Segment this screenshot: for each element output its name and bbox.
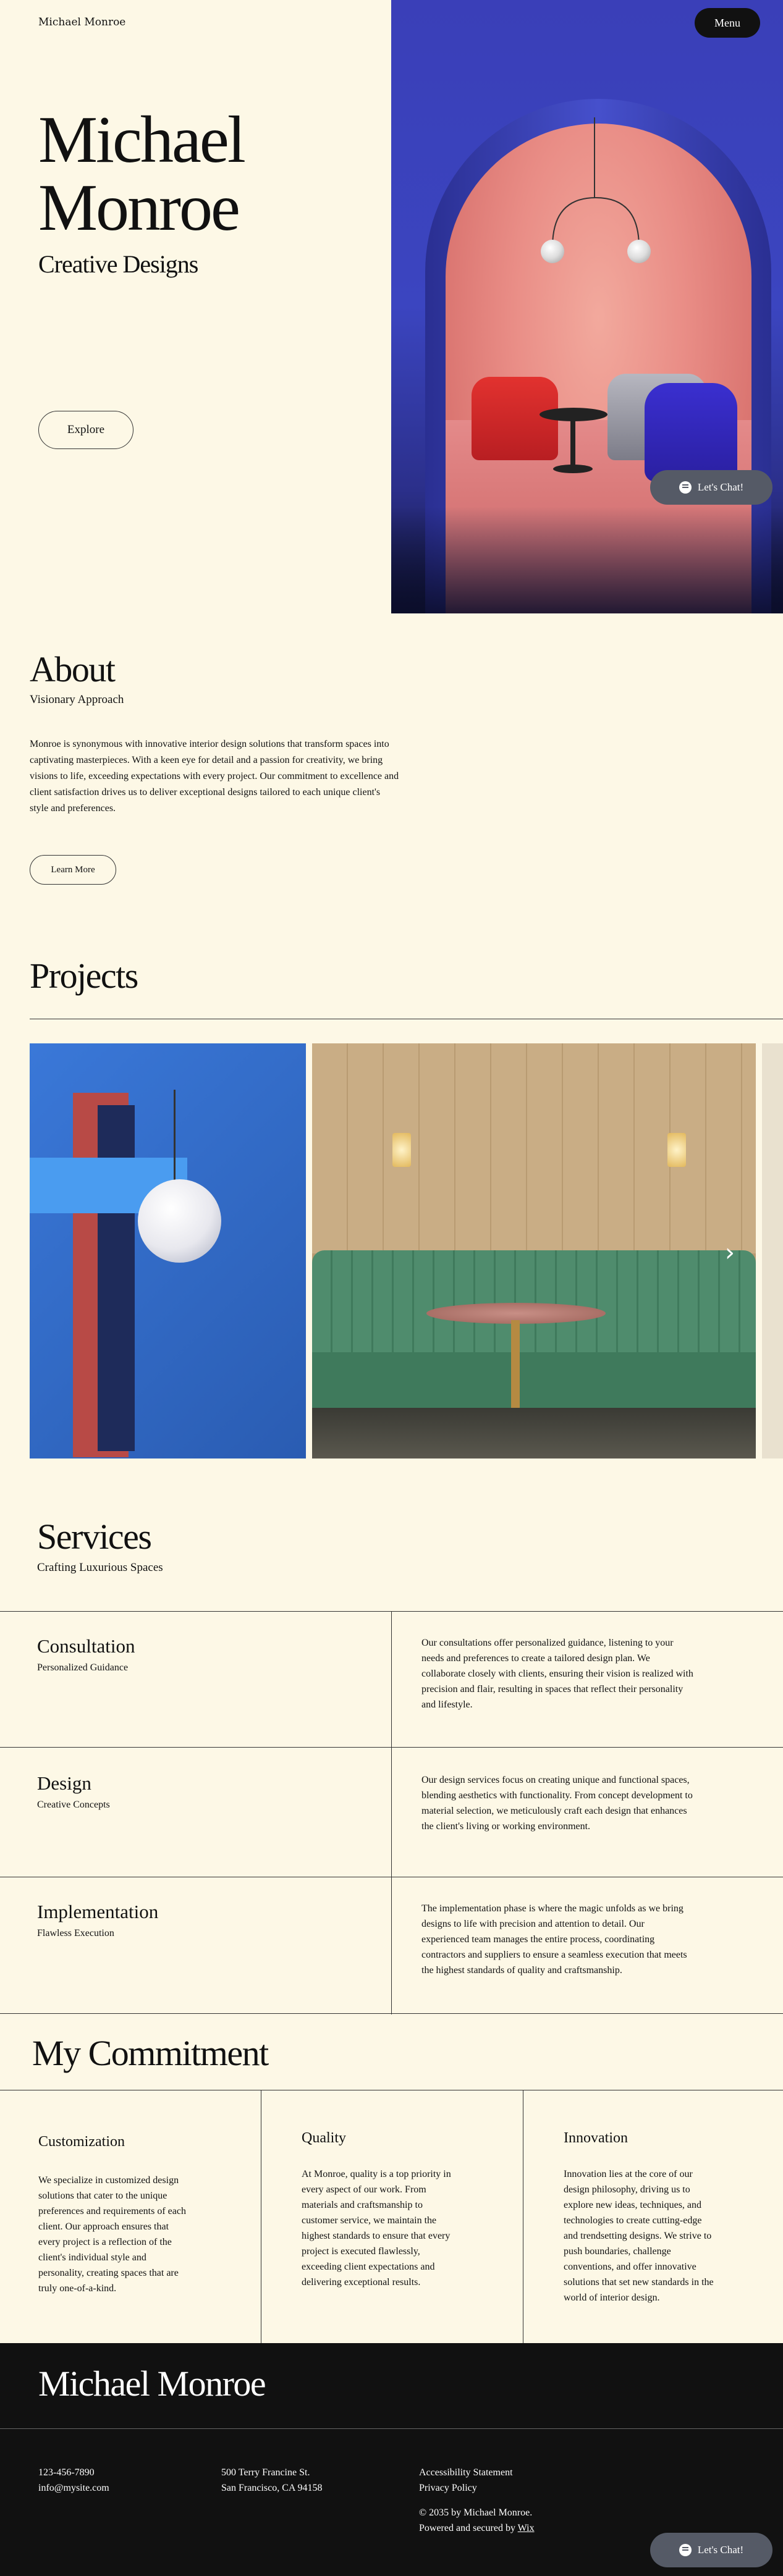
projects-title: Projects xyxy=(30,956,138,996)
chat-label: Let's Chat! xyxy=(697,481,744,493)
chevron-right-icon[interactable]: › xyxy=(725,1239,735,1267)
service-row-implementation: Implementation Flawless Execution The im… xyxy=(0,1877,783,2014)
chat-label: Let's Chat! xyxy=(697,2544,744,2556)
service-text: Our consultations offer personalized gui… xyxy=(421,1638,693,1710)
services-title: Services xyxy=(37,1517,152,1557)
chat-button[interactable]: Let's Chat! xyxy=(650,470,772,505)
explore-button[interactable]: Explore xyxy=(38,411,133,449)
lamp-rod xyxy=(174,1090,176,1189)
hero-title: Michael Monroe xyxy=(38,103,246,245)
commitment-card-customization: Customization We specialize in customize… xyxy=(0,2090,261,2343)
hero-image xyxy=(391,0,783,613)
site-name[interactable]: Michael Monroe xyxy=(38,16,125,28)
about-text: Monroe is synonymous with innovative int… xyxy=(30,739,399,814)
service-text: The implementation phase is where the ma… xyxy=(421,1903,687,1976)
about-title: About xyxy=(30,649,116,689)
table-pedestal xyxy=(511,1320,520,1413)
wood-panel-wall xyxy=(312,1043,756,1253)
service-name: Implementation xyxy=(37,1901,159,1922)
commitment-name: Innovation xyxy=(564,2130,628,2146)
footer-divider xyxy=(0,2428,783,2429)
commitment-text: We specialize in customized design solut… xyxy=(38,2175,186,2294)
menu-button[interactable]: Menu xyxy=(695,8,760,38)
hero-subtitle: Creative Designs xyxy=(38,250,198,278)
service-divider xyxy=(391,1877,392,2014)
hero-title-line1: Michael xyxy=(38,103,246,177)
project-image-next-peek[interactable] xyxy=(762,1043,783,1458)
footer-phone[interactable]: 123-456-7890 xyxy=(38,2465,109,2480)
service-tag: Creative Concepts xyxy=(37,1799,110,1810)
commitment-name: Customization xyxy=(38,2134,125,2150)
project-image-green-booth[interactable] xyxy=(312,1043,756,1458)
service-tag: Personalized Guidance xyxy=(37,1662,129,1673)
project-image-blue-lamp[interactable] xyxy=(30,1043,306,1458)
footer-address-line2: San Francisco, CA 94158 xyxy=(221,2483,323,2493)
footer-email[interactable]: info@mysite.com xyxy=(38,2480,109,2496)
side-table-leg xyxy=(570,415,575,471)
learn-more-button[interactable]: Learn More xyxy=(30,855,116,885)
footer-contact: 123-456-7890 info@mysite.com xyxy=(38,2465,109,2496)
footer-copyright: © 2035 by Michael Monroe. xyxy=(419,2507,533,2518)
lamp-globe-left xyxy=(541,240,564,263)
service-divider xyxy=(391,1748,392,1877)
commitment-card-innovation: Innovation Innovation lies at the core o… xyxy=(523,2090,783,2343)
commitment-name: Quality xyxy=(302,2130,346,2146)
commitment-text: At Monroe, quality is a top priority in … xyxy=(302,2169,451,2288)
powered-text: Powered and secured by xyxy=(419,2523,518,2533)
red-armchair xyxy=(472,377,558,460)
image-shadow xyxy=(391,507,783,613)
wall-sconce-right xyxy=(667,1133,686,1167)
hero-section xyxy=(0,0,783,613)
floor xyxy=(312,1408,756,1458)
wix-link[interactable]: Wix xyxy=(518,2523,535,2533)
accessibility-link[interactable]: Accessibility Statement xyxy=(419,2465,535,2480)
globe-lamp xyxy=(138,1179,221,1263)
side-table-base xyxy=(553,465,593,473)
blue-armchair xyxy=(645,383,737,482)
service-text: Our design services focus on creating un… xyxy=(421,1775,693,1832)
service-row-design: Design Creative Concepts Our design serv… xyxy=(0,1747,783,1877)
footer-links: Accessibility Statement Privacy Policy ©… xyxy=(419,2465,535,2536)
service-row-consultation: Consultation Personalized Guidance Our c… xyxy=(0,1611,783,1748)
lamp-globe-right xyxy=(627,240,651,263)
hero-text-panel xyxy=(0,0,391,613)
privacy-link[interactable]: Privacy Policy xyxy=(419,2480,535,2496)
chat-button-footer[interactable]: Let's Chat! xyxy=(650,2533,772,2567)
about-subtitle: Visionary Approach xyxy=(30,693,124,706)
chat-bubble-icon xyxy=(679,2544,692,2556)
service-tag: Flawless Execution xyxy=(37,1928,114,1938)
services-subtitle: Crafting Luxurious Spaces xyxy=(37,1561,163,1574)
footer-address: 500 Terry Francine St. San Francisco, CA… xyxy=(221,2465,323,2496)
service-divider xyxy=(391,1612,392,1748)
wall-sconce-left xyxy=(392,1133,411,1167)
service-name: Design xyxy=(37,1772,91,1794)
green-booth-seat xyxy=(312,1352,756,1408)
dark-panel xyxy=(98,1105,135,1451)
commitment-title: My Commitment xyxy=(32,2033,269,2073)
footer-site-name: Michael Monroe xyxy=(38,2363,266,2404)
footer-powered: Powered and secured by Wix xyxy=(419,2520,535,2536)
service-name: Consultation xyxy=(37,1635,135,1657)
chat-bubble-icon xyxy=(679,481,692,494)
commitment-card-quality: Quality At Monroe, quality is a top prio… xyxy=(261,2090,523,2343)
commitment-text: Innovation lies at the core of our desig… xyxy=(564,2169,714,2303)
footer-address-line1: 500 Terry Francine St. xyxy=(221,2467,310,2478)
hero-title-line2: Monroe xyxy=(38,171,240,245)
